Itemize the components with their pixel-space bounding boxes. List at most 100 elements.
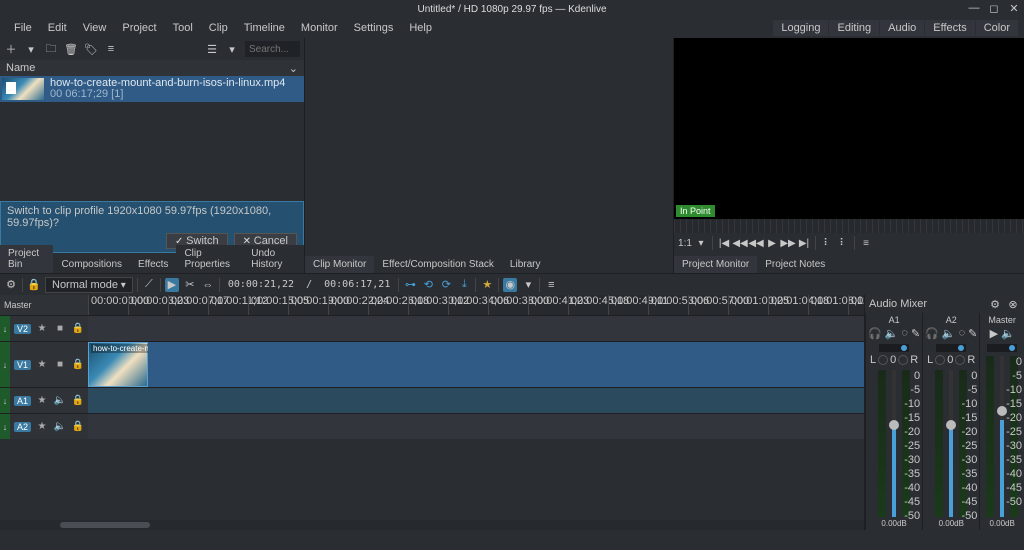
close-icon[interactable]: ✕ [1008,2,1020,14]
tab-project-bin[interactable]: Project Bin [0,245,53,273]
tab-effects[interactable]: Effects [130,256,176,273]
menu-project[interactable]: Project [114,20,164,36]
timeline-ruler[interactable]: 00:00:00,0000:00:03;2300:00:07;1700:00:1… [88,295,864,315]
layout-effects[interactable]: Effects [925,20,974,36]
track-lane[interactable] [88,388,864,413]
timecode-current[interactable]: 00:00:21,22 [224,279,298,290]
zone-in-icon[interactable]: ⟲ [421,278,435,292]
track-lane[interactable]: how-to-create-mount-and-burn-isos-in-lin… [88,342,864,387]
favorite-icon[interactable]: ★ [480,278,494,292]
balance-knob[interactable] [935,355,945,365]
tag-icon[interactable]: 🏷 [84,42,98,56]
volume-slider[interactable] [987,344,1017,352]
tab-clip-monitor[interactable]: Clip Monitor [305,256,374,273]
fader[interactable] [1000,356,1004,517]
layout-audio[interactable]: Audio [880,20,924,36]
play-icon[interactable]: ▶ [765,236,779,250]
tab-compositions[interactable]: Compositions [53,256,130,273]
chevron-down-icon[interactable]: ▾ [24,42,38,56]
insert-arrow-icon[interactable]: ↓ [0,414,10,439]
preview-render-icon[interactable]: ◉ [503,278,517,292]
favorite-icon[interactable]: ★ [35,394,49,408]
add-clip-icon[interactable]: ＋ [4,42,18,56]
volume-slider[interactable] [936,344,966,352]
mute-icon[interactable]: 🔈 [1001,327,1015,340]
monitor-ruler[interactable] [674,219,1024,233]
edit-mode-select[interactable]: Normal mode ▾ [45,277,133,293]
lock-icon[interactable]: 🔒 [71,358,85,372]
zone-out-icon[interactable]: ⟳ [439,278,453,292]
tab-project-notes[interactable]: Project Notes [757,256,833,273]
close-icon[interactable]: ⊗ [1006,297,1020,311]
solo-icon[interactable]: ◌ [959,327,966,340]
step-back-icon[interactable]: ◀◀ [733,236,747,250]
menu-edit[interactable]: Edit [40,20,75,36]
timeline-clip[interactable]: how-to-create-mount-and-burn-isos-in-lin… [88,342,148,387]
options-icon[interactable]: ≡ [859,236,873,250]
lock-icon[interactable]: 🔒 [71,322,85,336]
menu-view[interactable]: View [75,20,115,36]
favorite-icon[interactable]: ★ [35,358,49,372]
menu-timeline[interactable]: Timeline [236,20,293,36]
timeline-scrollbar[interactable] [0,520,864,530]
volume-slider[interactable] [879,344,909,352]
rewind-start-icon[interactable]: |◀ [717,236,731,250]
layout-color[interactable]: Color [976,20,1018,36]
record-icon[interactable]: ✎ [968,327,977,340]
layout-logging[interactable]: Logging [773,20,828,36]
record-icon[interactable]: ✎ [911,327,920,340]
clip-preview[interactable] [305,38,673,253]
gear-icon[interactable]: ⚙ [4,278,18,292]
menu-clip[interactable]: Clip [201,20,236,36]
spacer-tool-icon[interactable]: ⇔ [201,278,215,292]
mute-icon[interactable]: ■ [53,358,67,372]
bin-column-header[interactable]: Name ⌄ [0,60,304,76]
mute-icon[interactable]: 🔈 [885,327,899,340]
layout-editing[interactable]: Editing [829,20,879,36]
balance-knob[interactable] [955,355,965,365]
mute-icon[interactable]: 🔈 [942,327,956,340]
mute-icon[interactable]: 🔈 [53,394,67,408]
track-lane[interactable] [88,414,864,439]
chevron-down-icon[interactable]: ▾ [521,278,535,292]
balance-knob[interactable] [878,355,888,365]
settings-icon[interactable]: ⚙ [988,297,1002,311]
tab-clip-properties[interactable]: Clip Properties [176,245,243,273]
delete-icon[interactable]: 🗑 [64,42,78,56]
mute-icon[interactable]: ■ [53,322,67,336]
step-fwd-icon[interactable]: ▶| [797,236,811,250]
fader[interactable] [892,370,896,517]
mix-icon[interactable]: ⊶ [403,278,417,292]
search-input[interactable] [245,41,300,57]
headphones-icon[interactable]: 🎧 [925,327,939,340]
razor-tool-icon[interactable]: ✂ [183,278,197,292]
favorite-icon[interactable]: ★ [35,322,49,336]
headphones-icon[interactable]: 🎧 [868,327,882,340]
overwrite-icon[interactable]: ⤓ [457,278,471,292]
lock-icon[interactable]: 🔒 [71,420,85,434]
zoom-label[interactable]: 1:1 [678,236,692,250]
fader[interactable] [949,370,953,517]
marker-icon[interactable]: ⠇ [836,236,850,250]
lock-icon[interactable]: 🔒 [27,278,41,292]
tab-library[interactable]: Library [502,256,549,273]
bin-clip[interactable]: how-to-create-mount-and-burn-isos-in-lin… [0,76,304,102]
insert-arrow-icon[interactable]: ↓ [0,388,10,413]
chevron-down-icon[interactable]: ▾ [694,236,708,250]
menu-file[interactable]: File [6,20,40,36]
favorite-icon[interactable]: ★ [35,420,49,434]
filter-icon[interactable]: ≡ [104,42,118,56]
marker-icon[interactable]: ⠇ [820,236,834,250]
lock-icon[interactable]: 🔒 [71,394,85,408]
insert-arrow-icon[interactable]: ↓ [0,316,10,341]
track-lane[interactable] [88,316,864,341]
insert-arrow-icon[interactable]: ↓ [0,342,10,387]
minimize-icon[interactable]: — [968,2,980,14]
play-icon[interactable]: ▶ [990,327,998,340]
menu-help[interactable]: Help [401,20,440,36]
select-tool-icon[interactable]: ▶ [165,278,179,292]
compositing-icon[interactable]: ⟋ [142,278,156,292]
maximize-icon[interactable]: ◻ [988,2,1000,14]
master-label[interactable]: Master [0,295,88,315]
folder-icon[interactable]: 🗀 [44,42,58,56]
